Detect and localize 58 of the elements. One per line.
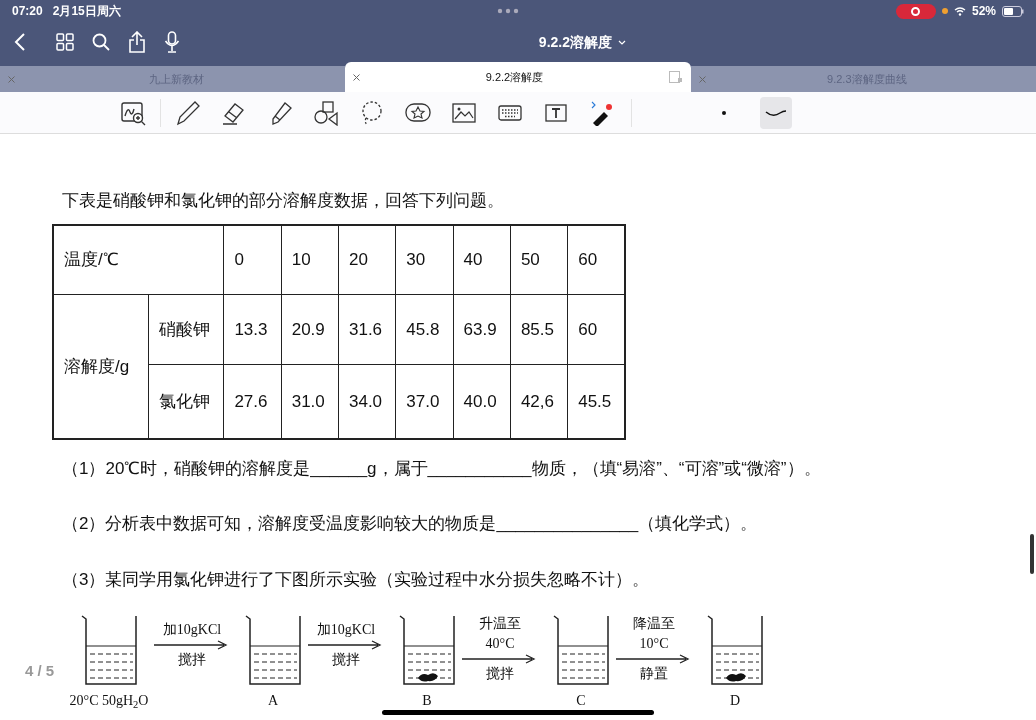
step-condition: 搅拌	[486, 665, 514, 683]
laser-pointer-icon[interactable]	[589, 99, 615, 126]
share-icon[interactable]	[128, 31, 146, 53]
table-cell: 40	[453, 224, 511, 295]
table-cell: 硝酸钾	[148, 294, 224, 365]
status-time: 07:20	[12, 3, 43, 20]
step-condition: 搅拌	[332, 651, 360, 669]
table-cell: 20.9	[281, 294, 339, 365]
step-condition: 升温至	[479, 615, 521, 633]
status-date: 2月15日周六	[52, 3, 121, 20]
table-cell: 0	[223, 224, 282, 295]
beaker-label: A	[267, 692, 279, 710]
step-condition: 降温至	[633, 615, 675, 633]
curve-stroke-option[interactable]	[760, 96, 792, 129]
step-condition: 40°C	[485, 635, 515, 653]
table-cell: 31.6	[338, 294, 396, 365]
search-icon[interactable]	[92, 33, 110, 51]
document-tab[interactable]: 9.2.2溶解度	[345, 62, 691, 92]
beaker-label: C	[576, 692, 586, 710]
wifi-icon	[953, 6, 966, 16]
beaker-label: B	[422, 692, 432, 710]
microphone-icon[interactable]	[164, 31, 180, 53]
curve-stroke-icon	[765, 108, 787, 117]
step-condition: 加10gKCl	[162, 621, 222, 639]
pen-icon[interactable]	[175, 99, 201, 126]
question-text: （1）20℃时，硝酸钾的溶解度是______g，属于___________物质，（填“易溶”、“可溶”或“微溶”）。	[62, 457, 822, 480]
lasso-icon[interactable]	[359, 99, 385, 126]
close-tab-icon[interactable]	[353, 73, 361, 81]
table-cell: 20	[338, 224, 396, 295]
beaker-label: D	[729, 692, 741, 710]
grid-icon[interactable]	[56, 33, 74, 51]
more-icon	[497, 8, 520, 14]
table-cell: 85.5	[510, 294, 568, 365]
tab-label: 9.2.2溶解度	[484, 69, 545, 85]
table-cell: 50	[510, 224, 568, 295]
notebook-title-menu[interactable]: 9.2.2溶解度	[538, 31, 626, 53]
intro-text: 下表是硝酸钾和氯化钾的部分溶解度数据，回答下列问题。	[61, 190, 505, 212]
table-cell: 13.3	[223, 294, 282, 365]
table-cell: 30	[395, 224, 454, 295]
battery-icon	[1002, 5, 1024, 17]
step-condition: 10°C	[639, 635, 669, 653]
beaker-label: 20°C 50gH$_{2}$O	[69, 692, 149, 711]
step-condition: 静置	[640, 665, 668, 683]
zoom-window-icon[interactable]	[120, 99, 146, 126]
scrollbar	[1030, 534, 1034, 574]
step-condition: 加10gKCl	[316, 621, 376, 639]
shapes-icon[interactable]	[313, 99, 339, 126]
back-icon	[14, 32, 26, 52]
chevron-down-icon	[618, 39, 626, 45]
step-condition: 搅拌	[178, 651, 206, 669]
table-cell: 63.9	[453, 294, 511, 365]
table-cell: 45.8	[395, 294, 454, 365]
question-text: （3）某同学用氯化钾进行了下图所示实验（实验过程中水分损失忽略不计）。	[62, 568, 651, 591]
table-cell: 温度/℃	[53, 224, 224, 295]
table-cell: 10	[281, 224, 339, 295]
question-text: （2）分析表中数据可知，溶解度受温度影响较大的物质是_______________（填化学式）。	[62, 513, 759, 535]
battery-percent: 52%	[971, 3, 996, 20]
page-indicator: 4 / 5	[25, 660, 55, 681]
